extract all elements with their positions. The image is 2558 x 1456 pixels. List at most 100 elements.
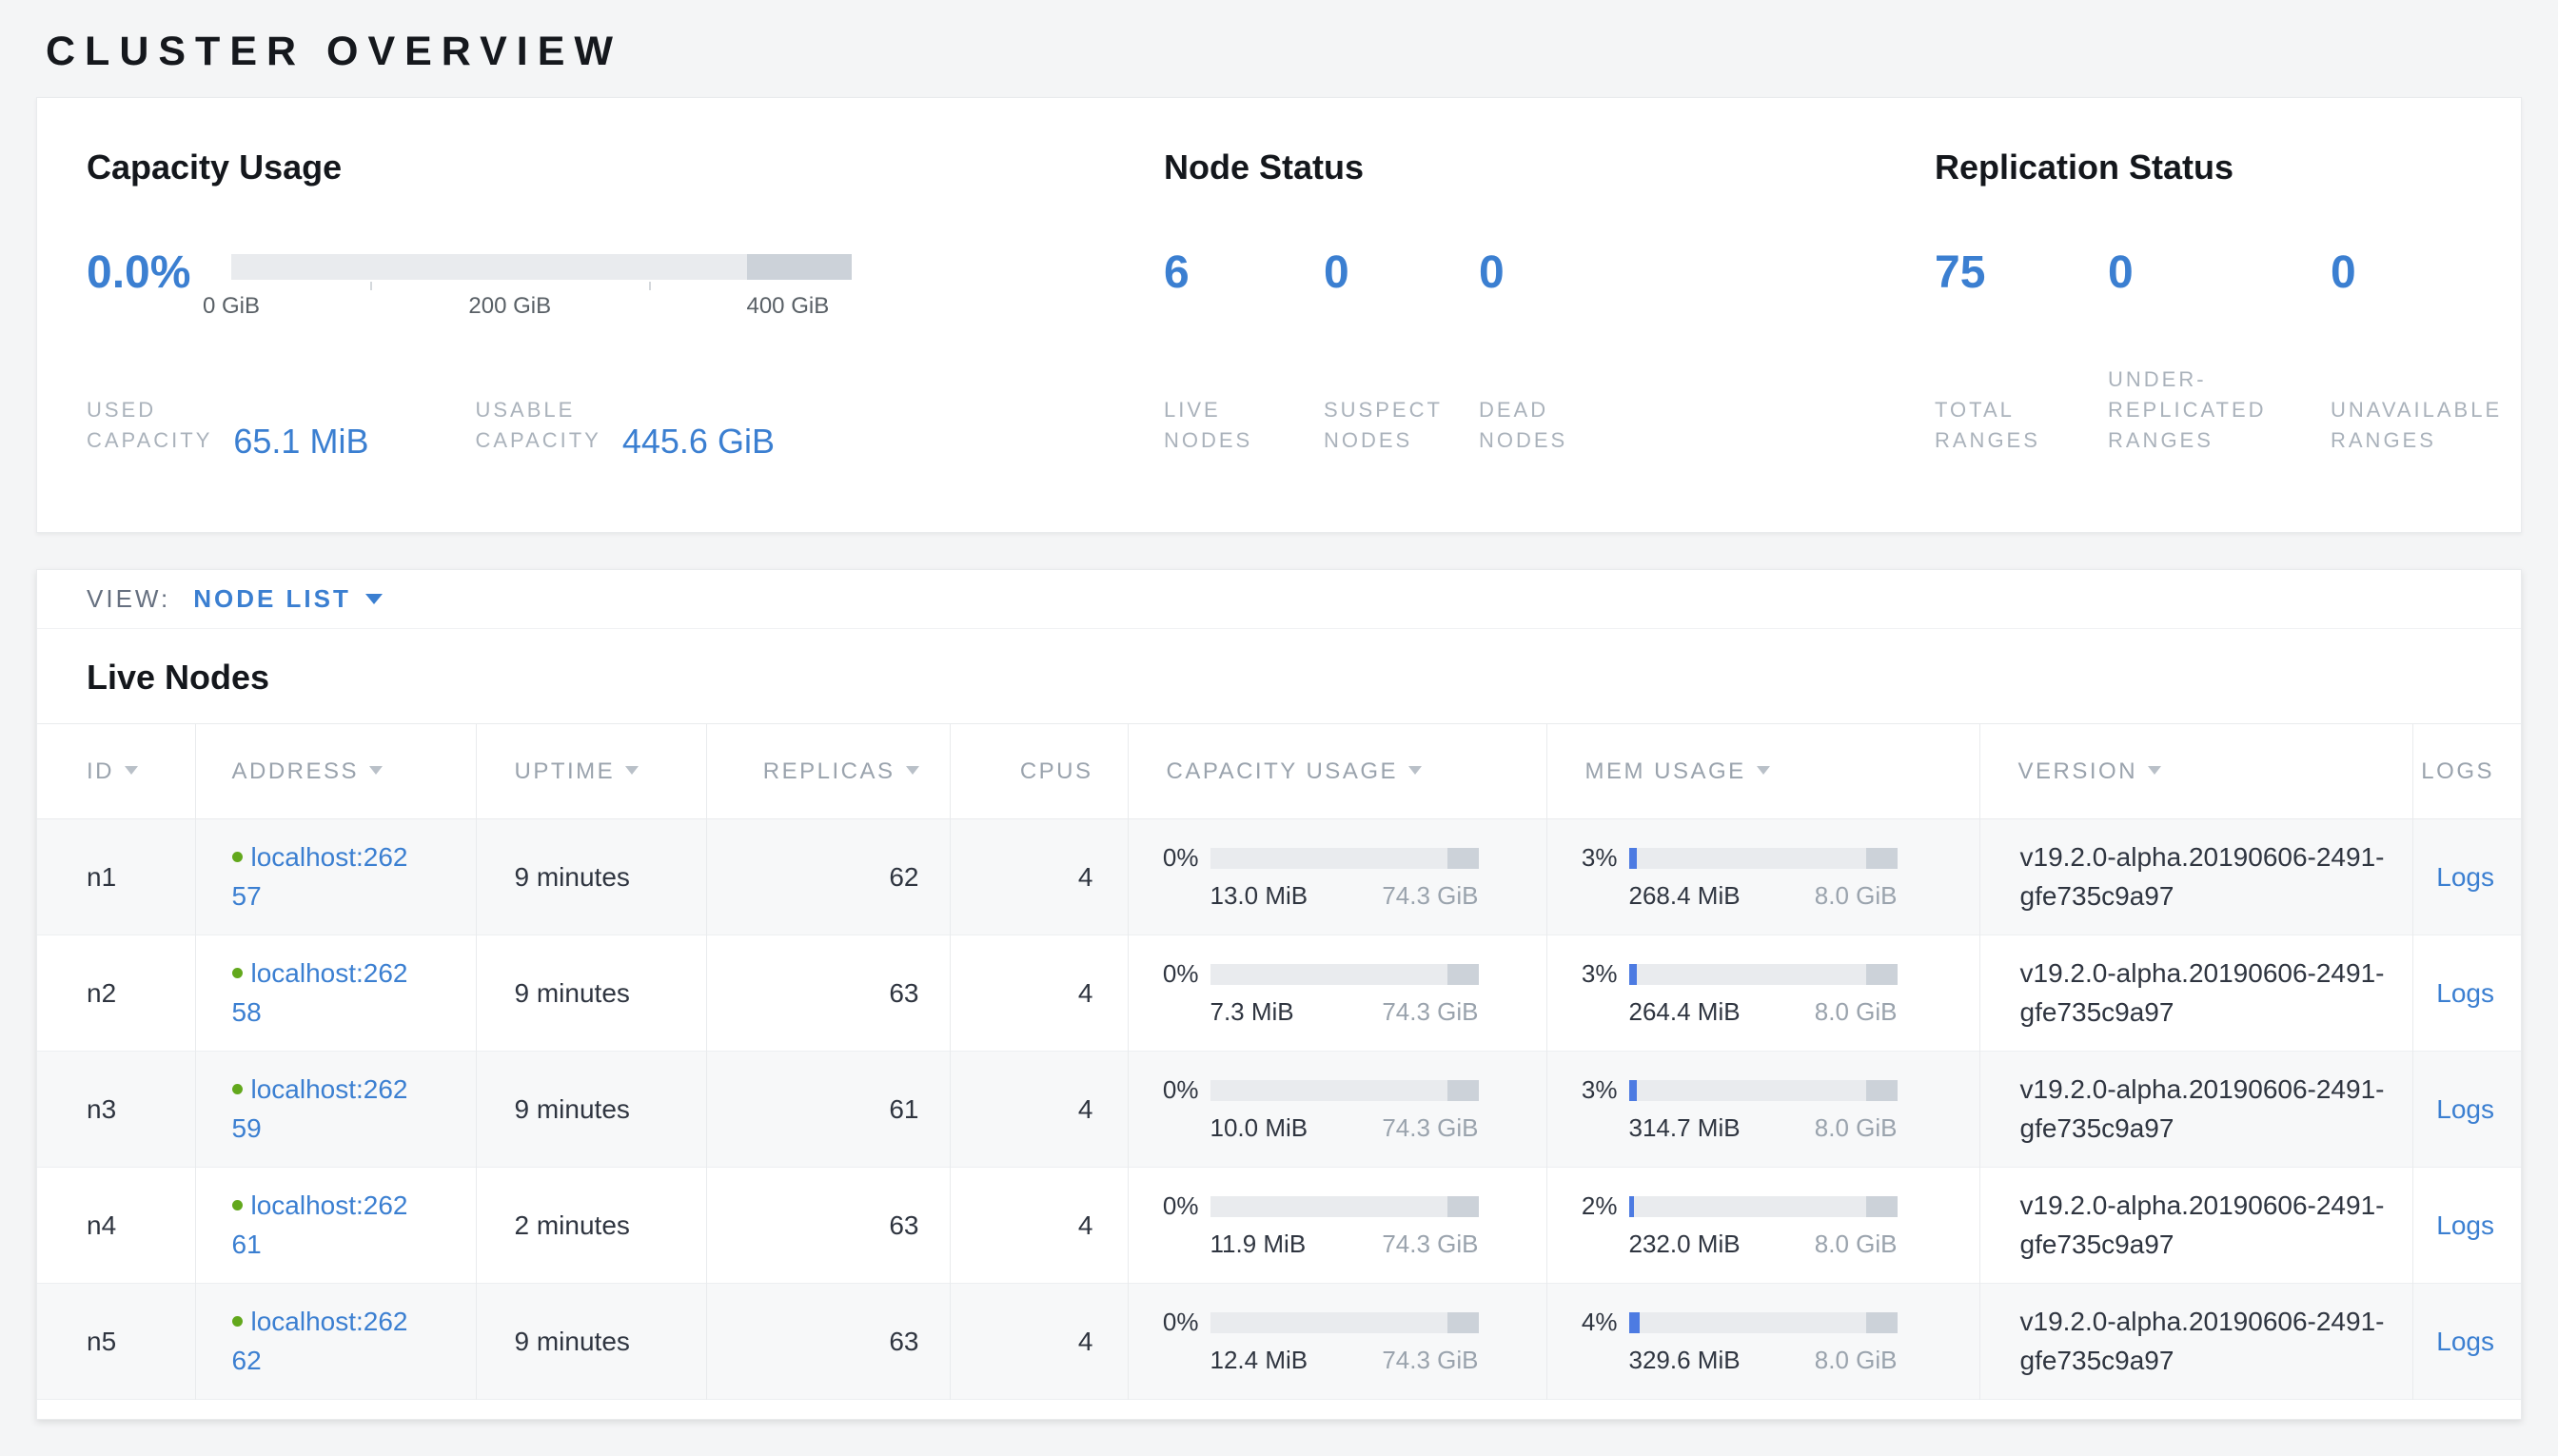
axis-label: 200 GiB — [468, 293, 551, 320]
unavailable-ranges-count: 0 — [2331, 243, 2540, 296]
page-title: CLUSTER OVERVIEW — [46, 29, 2558, 75]
used-capacity-stat: USED CAPACITY 65.1 MiB — [87, 395, 368, 456]
live-status-dot-icon — [232, 1084, 243, 1094]
unavailable-ranges-label: UNAVAILABLE RANGES — [2331, 395, 2540, 456]
logs-link[interactable]: Logs — [2436, 862, 2494, 892]
live-status-dot-icon — [232, 1200, 243, 1210]
column-header-uptime[interactable]: UPTIME — [476, 724, 706, 819]
capacity-usage-bar — [1210, 964, 1479, 985]
view-bar: VIEW: NODE LIST — [37, 570, 2521, 629]
node-uptime: 9 minutes — [476, 1052, 706, 1168]
dead-nodes-stat: 0 DEAD NODES — [1479, 243, 1631, 456]
capacity-usage-cell: 0% 12.4 MiB74.3 GiB — [1151, 1308, 1546, 1375]
logs-link[interactable]: Logs — [2436, 1210, 2494, 1240]
column-header-id[interactable]: ID — [37, 724, 195, 819]
unavailable-ranges-stat: 0 UNAVAILABLE RANGES — [2331, 243, 2540, 456]
column-header-capacity-usage[interactable]: CAPACITY USAGE — [1128, 724, 1546, 819]
under-replicated-ranges-label: UNDER- REPLICATED RANGES — [2108, 364, 2331, 456]
mem-usage-cell: 3% 268.4 MiB8.0 GiB — [1570, 843, 1979, 911]
live-status-dot-icon — [232, 1316, 243, 1327]
capacity-bar-chart: 0 GiB 200 GiB 400 GiB — [231, 243, 852, 322]
live-nodes-count: 6 — [1164, 243, 1324, 296]
usable-capacity-value: 445.6 GiB — [622, 423, 775, 460]
dead-nodes-count: 0 — [1479, 243, 1631, 296]
column-header-mem-usage[interactable]: MEM USAGE — [1546, 724, 1979, 819]
column-header-replicas[interactable]: REPLICAS — [706, 724, 950, 819]
node-status-title: Node Status — [1164, 148, 1935, 187]
replication-status-section: Replication Status 75 TOTAL RANGES 0 UND… — [1935, 148, 2540, 532]
node-id: n1 — [37, 819, 195, 935]
mem-usage-bar — [1629, 964, 1898, 985]
sort-caret-icon — [369, 766, 383, 775]
live-nodes-stat: 6 LIVE NODES — [1164, 243, 1324, 456]
live-nodes-title: Live Nodes — [37, 629, 2521, 723]
capacity-usage-cell: 0% 7.3 MiB74.3 GiB — [1151, 959, 1546, 1027]
column-header-version[interactable]: VERSION — [1979, 724, 2412, 819]
capacity-bar-used-segment — [747, 254, 852, 280]
logs-link[interactable]: Logs — [2436, 1327, 2494, 1356]
mem-usage-cell: 3% 264.4 MiB8.0 GiB — [1570, 959, 1979, 1027]
usable-capacity-label: USABLE CAPACITY — [475, 395, 600, 456]
node-replicas: 63 — [706, 1284, 950, 1400]
node-version: v19.2.0-alpha.20190606-2491-gfe735c9a97 — [2020, 954, 2405, 1032]
node-cpus: 4 — [950, 1052, 1128, 1168]
capacity-axis-labels: 0 GiB 200 GiB 400 GiB — [231, 293, 852, 322]
total-ranges-stat: 75 TOTAL RANGES — [1935, 243, 2108, 456]
table-row: n3 localhost:26259 9 minutes 61 4 0% 10.… — [37, 1052, 2521, 1168]
mem-usage-bar — [1629, 1312, 1898, 1333]
column-header-logs: LOGS — [2412, 724, 2521, 819]
node-uptime: 9 minutes — [476, 935, 706, 1052]
node-uptime: 9 minutes — [476, 1284, 706, 1400]
table-header-row: ID ADDRESS UPTIME REPLICAS CPUS CAPACITY… — [37, 724, 2521, 819]
total-ranges-label: TOTAL RANGES — [1935, 395, 2108, 456]
node-cpus: 4 — [950, 1284, 1128, 1400]
capacity-usage-cell: 0% 11.9 MiB74.3 GiB — [1151, 1191, 1546, 1259]
logs-link[interactable]: Logs — [2436, 978, 2494, 1008]
view-selected-value: NODE LIST — [193, 584, 351, 614]
node-address-link[interactable]: localhost:26257 — [232, 838, 419, 915]
capacity-axis-ticks — [231, 280, 852, 291]
mem-usage-bar — [1629, 1080, 1898, 1101]
node-address-link[interactable]: localhost:26259 — [232, 1071, 419, 1148]
view-selector-dropdown[interactable]: NODE LIST — [193, 584, 383, 614]
sort-caret-icon — [1757, 766, 1770, 775]
capacity-usage-bar — [1210, 1196, 1479, 1217]
node-id: n2 — [37, 935, 195, 1052]
node-replicas: 62 — [706, 819, 950, 935]
capacity-usage-title: Capacity Usage — [87, 148, 1164, 187]
suspect-nodes-stat: 0 SUSPECT NODES — [1324, 243, 1479, 456]
node-uptime: 9 minutes — [476, 819, 706, 935]
capacity-usage-cell: 0% 13.0 MiB74.3 GiB — [1151, 843, 1546, 911]
node-address-link[interactable]: localhost:26262 — [232, 1303, 419, 1380]
node-id: n3 — [37, 1052, 195, 1168]
node-replicas: 63 — [706, 1168, 950, 1284]
sort-caret-icon — [625, 766, 639, 775]
sort-caret-icon — [125, 766, 138, 775]
axis-tick — [649, 282, 651, 290]
mem-usage-cell: 2% 232.0 MiB8.0 GiB — [1570, 1191, 1979, 1259]
axis-label: 0 GiB — [203, 293, 260, 320]
node-address-link[interactable]: localhost:26261 — [232, 1187, 419, 1264]
column-header-address[interactable]: ADDRESS — [195, 724, 476, 819]
live-nodes-table: ID ADDRESS UPTIME REPLICAS CPUS CAPACITY… — [37, 723, 2521, 1419]
node-status-section: Node Status 6 LIVE NODES 0 SUSPECT NODES… — [1164, 148, 1935, 532]
axis-tick — [370, 282, 372, 290]
sort-caret-icon — [906, 766, 919, 775]
live-nodes-label: LIVE NODES — [1164, 395, 1324, 456]
replication-status-title: Replication Status — [1935, 148, 2540, 187]
live-status-dot-icon — [232, 968, 243, 978]
table-row: n5 localhost:26262 9 minutes 63 4 0% 12.… — [37, 1284, 2521, 1400]
node-id: n5 — [37, 1284, 195, 1400]
sort-caret-icon — [2148, 766, 2161, 775]
dead-nodes-label: DEAD NODES — [1479, 395, 1631, 456]
live-status-dot-icon — [232, 852, 243, 862]
table-row: n4 localhost:26261 2 minutes 63 4 0% 11.… — [37, 1168, 2521, 1284]
table-row: n2 localhost:26258 9 minutes 63 4 0% 7.3… — [37, 935, 2521, 1052]
under-replicated-ranges-stat: 0 UNDER- REPLICATED RANGES — [2108, 243, 2331, 456]
logs-link[interactable]: Logs — [2436, 1094, 2494, 1124]
node-address-link[interactable]: localhost:26258 — [232, 954, 419, 1032]
mem-usage-bar — [1629, 848, 1898, 869]
capacity-usage-bar — [1210, 848, 1479, 869]
used-capacity-value: 65.1 MiB — [233, 423, 368, 460]
capacity-usage-bar — [1210, 1312, 1479, 1333]
